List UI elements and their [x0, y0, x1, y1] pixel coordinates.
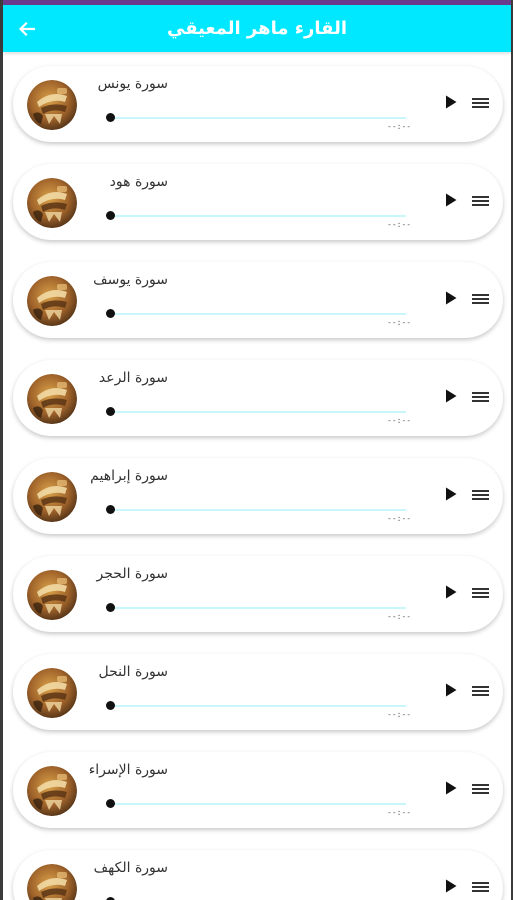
menu-icon [472, 392, 489, 402]
progress-track[interactable] [108, 607, 406, 609]
menu-button[interactable] [472, 781, 489, 795]
play-icon [446, 683, 457, 697]
track-time: --:-- [387, 612, 412, 621]
track-title: سورة يوسف [93, 272, 168, 288]
menu-button[interactable] [472, 95, 489, 109]
menu-button[interactable] [472, 291, 489, 305]
play-icon [446, 487, 457, 501]
menu-icon [472, 196, 489, 206]
play-icon [446, 95, 457, 109]
progress-track[interactable] [108, 215, 406, 217]
progress-thumb[interactable] [106, 407, 115, 416]
page-title: القارء ماهر المعيقي [167, 18, 347, 39]
track-list[interactable]: سورة يونس --:-- سورة هود --:-- سورة يوسف… [3, 52, 511, 900]
track-title: سورة الحجر [96, 566, 168, 582]
play-button[interactable] [444, 290, 458, 306]
track-card[interactable]: سورة الكهف --:-- [13, 850, 503, 900]
menu-button[interactable] [472, 389, 489, 403]
play-button[interactable] [444, 584, 458, 600]
progress-track[interactable] [108, 313, 406, 315]
menu-icon [472, 490, 489, 500]
play-button[interactable] [444, 682, 458, 698]
reciter-avatar [27, 864, 77, 900]
menu-icon [472, 98, 489, 108]
track-card[interactable]: سورة هود --:-- [13, 164, 503, 240]
progress-thumb[interactable] [106, 799, 115, 808]
track-card[interactable]: سورة النحل --:-- [13, 654, 503, 730]
track-card[interactable]: سورة الحجر --:-- [13, 556, 503, 632]
play-button[interactable] [444, 878, 458, 894]
progress-thumb[interactable] [106, 505, 115, 514]
play-icon [446, 389, 457, 403]
track-card[interactable]: سورة الإسراء --:-- [13, 752, 503, 828]
track-title: سورة الرعد [98, 370, 168, 386]
progress-thumb[interactable] [106, 603, 115, 612]
menu-icon [472, 784, 489, 794]
progress-track[interactable] [108, 117, 406, 119]
app-bar: القارء ماهر المعيقي [3, 5, 511, 52]
reciter-avatar [27, 80, 77, 130]
progress-thumb[interactable] [106, 309, 115, 318]
track-title: سورة النحل [98, 664, 168, 680]
progress-track[interactable] [108, 509, 406, 511]
play-icon [446, 781, 457, 795]
progress-track[interactable] [108, 803, 406, 805]
reciter-avatar [27, 766, 77, 816]
menu-button[interactable] [472, 487, 489, 501]
track-card[interactable]: سورة يونس --:-- [13, 66, 503, 142]
track-time: --:-- [387, 710, 412, 719]
play-icon [446, 585, 457, 599]
play-button[interactable] [444, 780, 458, 796]
menu-button[interactable] [472, 879, 489, 893]
menu-button[interactable] [472, 683, 489, 697]
play-button[interactable] [444, 192, 458, 208]
menu-icon [472, 686, 489, 696]
play-button[interactable] [444, 94, 458, 110]
track-time: --:-- [387, 808, 412, 817]
track-card[interactable]: سورة الرعد --:-- [13, 360, 503, 436]
track-title: سورة هود [109, 174, 168, 190]
track-time: --:-- [387, 318, 412, 327]
track-card[interactable]: سورة إبراهيم --:-- [13, 458, 503, 534]
play-icon [446, 193, 457, 207]
track-title: سورة الإسراء [88, 762, 168, 778]
track-title: سورة يونس [97, 76, 168, 92]
reciter-avatar [27, 472, 77, 522]
app-screen: القارء ماهر المعيقي سورة يونس --:-- سورة… [0, 0, 513, 900]
progress-track[interactable] [108, 411, 406, 413]
play-button[interactable] [444, 388, 458, 404]
reciter-avatar [27, 178, 77, 228]
play-icon [446, 879, 457, 893]
play-button[interactable] [444, 486, 458, 502]
frame-edge-left [0, 0, 3, 900]
menu-icon [472, 588, 489, 598]
menu-icon [472, 882, 489, 892]
track-time: --:-- [387, 416, 412, 425]
track-card[interactable]: سورة يوسف --:-- [13, 262, 503, 338]
track-time: --:-- [387, 514, 412, 523]
progress-thumb[interactable] [106, 701, 115, 710]
reciter-avatar [27, 570, 77, 620]
progress-thumb[interactable] [106, 211, 115, 220]
menu-button[interactable] [472, 193, 489, 207]
reciter-avatar [27, 276, 77, 326]
track-title: سورة الكهف [93, 860, 168, 876]
progress-track[interactable] [108, 705, 406, 707]
menu-icon [472, 294, 489, 304]
track-time: --:-- [387, 220, 412, 229]
progress-thumb[interactable] [106, 113, 115, 122]
menu-button[interactable] [472, 585, 489, 599]
track-time: --:-- [387, 122, 412, 131]
play-icon [446, 291, 457, 305]
track-title: سورة إبراهيم [90, 468, 168, 484]
reciter-avatar [27, 374, 77, 424]
reciter-avatar [27, 668, 77, 718]
